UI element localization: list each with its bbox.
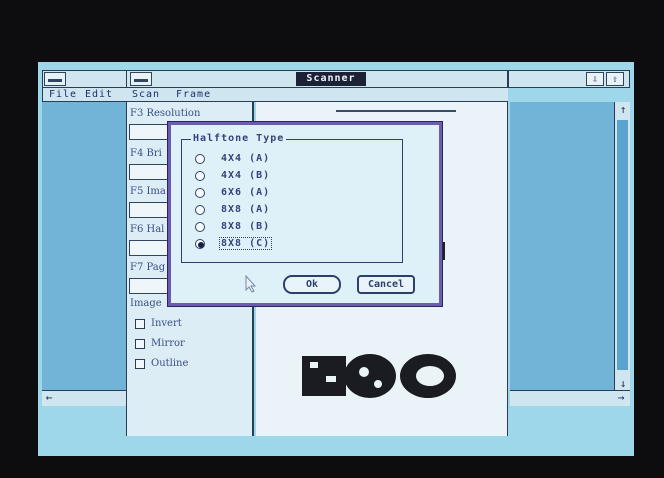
left-arrow-icon[interactable]: ← [42,392,56,404]
outer-system-menu-box[interactable] [44,72,66,86]
preview-rule [336,110,456,112]
up-arrow-icon[interactable]: ↑ [615,104,631,116]
right-arrow-icon[interactable]: → [614,392,628,404]
ok-button[interactable]: Ok [283,275,341,294]
right-horizontal-scrollbar[interactable]: → [510,390,630,406]
image-group-label: Image [130,298,162,309]
outline-checkbox-row[interactable]: Outline [135,358,235,372]
radio-button[interactable] [195,154,205,164]
halftone-option-4[interactable]: 8X8 (B) [195,221,315,235]
option-label: 8X8 (C) [219,237,273,250]
option-label: 4X4 (B) [221,170,271,181]
menu-scan[interactable]: Scan [132,89,160,100]
radio-button-selected[interactable] [195,239,205,249]
outer-menubar: File Edit [42,88,126,102]
vertical-scrollbar[interactable]: ↑ ↓ [614,102,630,394]
halftone-option-2[interactable]: 6X6 (A) [195,187,315,201]
mouse-pointer-icon [245,274,257,297]
option-label: 4X4 (A) [221,153,271,164]
radio-button[interactable] [195,222,205,232]
resolution-label: F3 Resolution [130,108,201,119]
scrollbar-track[interactable] [617,120,628,370]
outer-client-area-left [42,102,126,394]
radio-button[interactable] [195,188,205,198]
preview-mark [442,242,445,260]
menu-file[interactable]: File [49,89,77,100]
invert-checkbox-row[interactable]: Invert [135,318,235,332]
outline-checkbox[interactable] [135,359,145,369]
brightness-label: F4 Bri [130,148,162,159]
mirror-label: Mirror [151,338,185,349]
halftone-option-5[interactable]: 8X8 (C) [195,237,315,252]
halftone-label: F6 Hal [130,224,165,235]
option-label: 8X8 (B) [221,221,271,232]
invert-checkbox[interactable] [135,319,145,329]
invert-label: Invert [151,318,182,329]
scanned-image-blob [302,354,456,398]
menu-edit[interactable]: Edit [85,89,113,100]
option-label: 6X6 (A) [221,187,271,198]
cancel-button[interactable]: Cancel [357,275,415,294]
halftone-dialog: Halftone Type 4X4 (A) 4X4 (B) 6X6 (A) 8X… [168,122,442,306]
radio-button[interactable] [195,205,205,215]
option-label: 8X8 (A) [221,204,271,215]
scanner-window-title: Scanner [296,72,366,86]
outline-label: Outline [151,358,189,369]
mirror-checkbox[interactable] [135,339,145,349]
minimize-icon[interactable]: ⇩ [586,72,604,86]
scanner-menubar: Scan Frame [126,88,508,102]
outer-client-area-right [510,102,614,394]
halftone-group-title: Halftone Type [191,133,287,144]
scanner-system-menu-box[interactable] [130,72,152,86]
outer-horizontal-scrollbar[interactable]: ← [42,390,126,406]
down-arrow-icon[interactable]: ↓ [615,378,631,390]
radio-button[interactable] [195,171,205,181]
maximize-icon[interactable]: ⇧ [606,72,624,86]
page-label: F7 Pag [130,262,166,273]
halftone-option-0[interactable]: 4X4 (A) [195,153,315,167]
menu-frame[interactable]: Frame [176,89,211,100]
desktop-screen: File Edit ← Scanner ⇩ ⇧ Scan Frame F3 Re… [38,62,634,456]
image-type-label: F5 Ima [130,186,166,197]
halftone-option-1[interactable]: 4X4 (B) [195,170,315,184]
halftone-option-3[interactable]: 8X8 (A) [195,204,315,218]
mirror-checkbox-row[interactable]: Mirror [135,338,235,352]
